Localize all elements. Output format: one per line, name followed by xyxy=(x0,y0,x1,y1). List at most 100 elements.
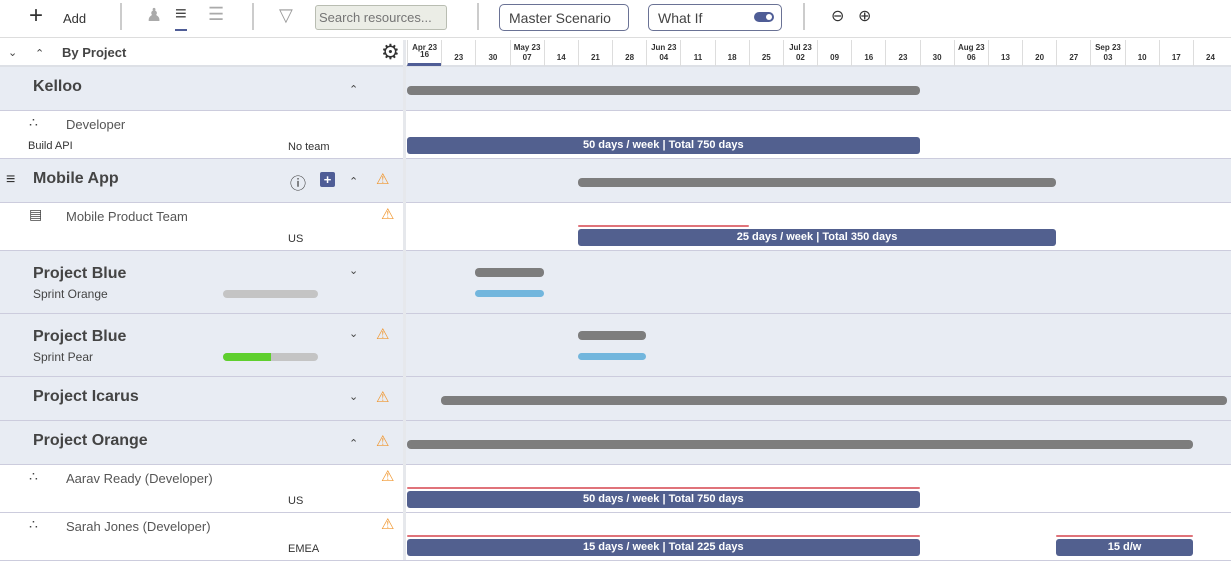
month-label: Aug 23 xyxy=(957,43,985,52)
resource-row[interactable]: ∴ Aarav Ready (Developer) US ⚠ 50 days / wee… xyxy=(0,465,1231,513)
project-title: Project Orange xyxy=(33,432,148,449)
divider xyxy=(252,3,254,30)
timeline-column: Sep 23 03 xyxy=(1090,40,1124,66)
row-label-panel: ▤ Mobile Product Team US ⚠ xyxy=(0,203,403,250)
allocation-bar[interactable]: 50 days / week | Total 750 days xyxy=(407,137,920,154)
project-span-bar[interactable] xyxy=(475,268,544,277)
toolbar: + Add ♟ ≡ ☰ ▽ Master Scenario What If ⊖ … xyxy=(0,0,1231,38)
project-subtitle: Sprint Orange xyxy=(33,287,108,301)
settings-gear-icon[interactable]: ⚙ xyxy=(381,40,400,65)
search-input[interactable] xyxy=(315,5,447,30)
allocation-bar[interactable]: 25 days / week | Total 350 days xyxy=(577,229,1057,246)
zoom-in-icon[interactable]: ⊕ xyxy=(858,6,871,26)
sprint-span-bar[interactable] xyxy=(577,353,647,360)
expand-chevron-icon[interactable]: ⌄ xyxy=(349,390,358,403)
row-label-panel: Kelloo ⌃ xyxy=(0,67,403,110)
timeline-column: Aug 23 06 xyxy=(953,40,988,66)
allocation-bar[interactable]: 15 d/w xyxy=(1056,539,1193,556)
project-title: Project Icarus xyxy=(33,388,139,405)
what-if-toggle[interactable] xyxy=(754,12,774,22)
timeline-column: 20 xyxy=(1022,40,1056,66)
day-label: 21 xyxy=(590,53,600,62)
add-button[interactable]: Add xyxy=(63,11,86,26)
day-label: 07 xyxy=(522,53,532,62)
filter-icon[interactable]: ▽ xyxy=(279,5,293,26)
resource-row[interactable]: ∴ Developer Build API No team 50 days / week… xyxy=(0,111,1231,159)
divider xyxy=(477,3,479,30)
progress-bar xyxy=(223,290,318,298)
project-span-bar[interactable] xyxy=(441,396,1228,405)
project-span-bar[interactable] xyxy=(407,86,920,95)
progress-bar xyxy=(223,353,318,361)
month-label: Jun 23 xyxy=(651,43,677,52)
project-row[interactable]: Kelloo ⌃ xyxy=(0,67,1231,111)
row-label-panel: Project Orange ⌃ ⚠ xyxy=(0,421,403,464)
day-label: 27 xyxy=(1069,53,1079,62)
warning-icon: ⚠ xyxy=(376,326,390,343)
resource-name: Sarah Jones (Developer) xyxy=(66,519,211,534)
what-if-select[interactable]: What If xyxy=(648,4,782,31)
team-name: US xyxy=(288,495,304,507)
allocation-bar[interactable]: 50 days / week | Total 750 days xyxy=(407,491,920,508)
timeline-column: Apr 23 16 xyxy=(407,40,442,66)
collapse-chevron-icon[interactable]: ⌃ xyxy=(349,437,358,450)
resource-row[interactable]: ∴ Sarah Jones (Developer) EMEA ⚠ 15 days / w… xyxy=(0,513,1231,561)
project-span-bar[interactable] xyxy=(407,440,1193,449)
day-label: 30 xyxy=(932,53,942,62)
resource-row[interactable]: ▤ Mobile Product Team US ⚠ 25 days / week | … xyxy=(0,203,1231,251)
scenario-select[interactable]: Master Scenario xyxy=(499,4,629,31)
row-label-panel: ∴ Aarav Ready (Developer) US ⚠ xyxy=(0,465,403,512)
project-row[interactable]: Project Blue Sprint Orange ⌄ xyxy=(0,251,1231,314)
allocation-bar[interactable]: 15 days / week | Total 225 days xyxy=(407,539,920,556)
day-label: 06 xyxy=(966,53,976,62)
panel-splitter[interactable] xyxy=(403,40,406,560)
collapse-chevron-icon[interactable]: ⌃ xyxy=(349,175,358,188)
project-row[interactable]: Project Orange ⌃ ⚠ xyxy=(0,421,1231,465)
what-if-label: What If xyxy=(658,10,703,26)
expand-chevron-icon[interactable]: ⌄ xyxy=(349,327,358,340)
warning-icon: ⚠ xyxy=(376,389,390,406)
zoom-out-icon[interactable]: ⊖ xyxy=(831,6,844,26)
info-icon[interactable]: ⓘ xyxy=(290,170,306,194)
collapse-all-icon[interactable]: ⌄ xyxy=(8,46,17,59)
timeline-column: Jun 23 04 xyxy=(646,40,680,66)
day-label: 23 xyxy=(898,53,908,62)
person-view-icon[interactable]: ♟ xyxy=(146,5,162,26)
timeline-column: 24 xyxy=(1192,40,1227,66)
team-name: EMEA xyxy=(288,543,320,555)
resource-name: Mobile Product Team xyxy=(66,209,188,224)
collapse-chevron-icon[interactable]: ⌃ xyxy=(349,83,358,96)
day-label: 09 xyxy=(830,53,840,62)
project-view-icon[interactable]: ≡ xyxy=(175,3,187,31)
row-label-panel: ∴ Developer Build API No team xyxy=(0,111,403,158)
timeline-column: 28 xyxy=(612,40,646,66)
day-label: 17 xyxy=(1171,53,1181,62)
drag-menu-icon[interactable]: ≡ xyxy=(6,171,15,189)
day-label: 20 xyxy=(1035,53,1045,62)
day-label: 16 xyxy=(864,53,874,62)
project-row[interactable]: Mobile App ≡ ⓘ + ⌃ ⚠ xyxy=(0,159,1231,203)
project-span-bar[interactable] xyxy=(577,178,1057,187)
project-row[interactable]: Project Icarus ⌄ ⚠ xyxy=(0,377,1231,421)
project-title: Kelloo xyxy=(33,78,82,95)
timeline-column: 30 xyxy=(919,40,954,66)
month-label: Sep 23 xyxy=(1095,43,1121,52)
expand-chevron-icon[interactable]: ⌄ xyxy=(349,264,358,277)
over-allocation-line xyxy=(407,535,920,537)
timeline-column: Jul 23 02 xyxy=(782,40,817,66)
timeline-column: 18 xyxy=(714,40,749,66)
project-row[interactable]: Project Blue Sprint Pear ⌄ ⚠ xyxy=(0,314,1231,377)
project-span-bar[interactable] xyxy=(577,331,647,340)
sprint-span-bar[interactable] xyxy=(475,290,544,297)
project-title: Project Blue xyxy=(33,328,127,345)
warning-icon: ⚠ xyxy=(376,171,390,188)
add-resource-icon[interactable]: + xyxy=(320,172,335,187)
day-label: 24 xyxy=(1206,53,1215,62)
group-by-label[interactable]: By Project xyxy=(62,45,126,60)
expand-all-icon[interactable]: ⌃ xyxy=(35,47,44,60)
numbered-list-icon[interactable]: ☰ xyxy=(208,4,224,25)
task-name: Build API xyxy=(28,140,73,152)
day-label: 23 xyxy=(454,53,464,62)
row-label-panel: ∴ Sarah Jones (Developer) EMEA ⚠ xyxy=(0,513,403,560)
plus-icon[interactable]: + xyxy=(29,2,43,30)
